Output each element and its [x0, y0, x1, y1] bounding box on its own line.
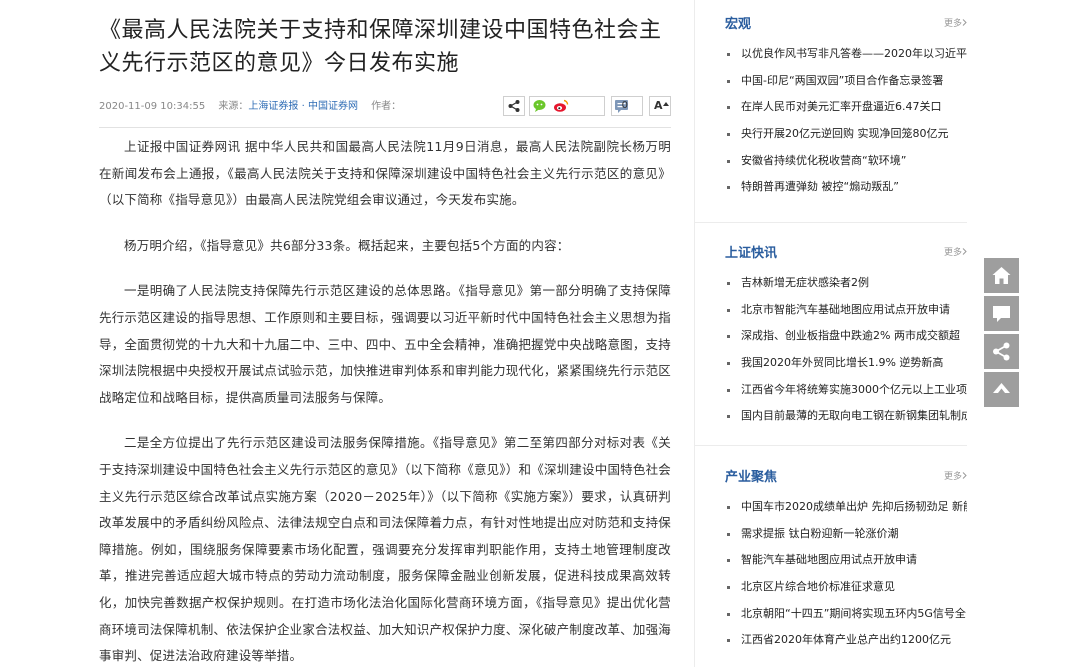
list-item[interactable]: 安徽省持续优化税收营商“软环境” — [725, 148, 967, 175]
section-title: 上证快讯 — [725, 246, 778, 261]
list-item[interactable]: 中国-印尼“两国双园”项目合作备忘录签署 — [725, 68, 967, 95]
news-link[interactable]: 江西省2020年体育产业总产出约1200亿元 — [741, 633, 951, 646]
section-header: 宏观 更多 — [725, 10, 967, 40]
news-link[interactable]: 中国车市2020成绩单出炉 先抑后扬韧劲足 新能 — [741, 500, 967, 513]
source-link[interactable]: 上海证券报 · 中国证券网 — [248, 101, 358, 112]
floating-toolbar — [984, 258, 1019, 410]
sidebar-section-flash: 上证快讯 更多 吉林新增无症状感染者2例 北京市智能汽车基础地图应用试点开放申请… — [695, 223, 967, 446]
news-link[interactable]: 以优良作风书写非凡答卷——2020年以习近平同 — [741, 47, 967, 60]
article-paragraph: 二是全方位提出了先行示范区建设司法服务保障措施。《指导意见》第二至第四部分对标对… — [99, 435, 671, 664]
article-paragraph: 一是明确了人民法院支持保障先行示范区建设的总体思路。《指导意见》第一部分明确了支… — [99, 283, 671, 405]
section-title: 宏观 — [725, 17, 752, 32]
font-size-button[interactable]: A — [649, 96, 671, 116]
sidebar-section-macro: 宏观 更多 以优良作风书写非凡答卷——2020年以习近平同 中国-印尼“两国双园… — [695, 0, 967, 223]
list-item[interactable]: 智能汽车基础地图应用试点开放申请 — [725, 547, 967, 574]
more-link[interactable]: 更多 — [944, 16, 967, 29]
news-link[interactable]: 特朗普再遭弹劾 被控“煽动叛乱” — [741, 180, 899, 193]
list-item[interactable]: 北京区片综合地价标准征求意见 — [725, 574, 967, 601]
article-paragraph: 上证报中国证券网讯 据中华人民共和国最高人民法院11月9日消息，最高人民法院副院… — [99, 139, 671, 208]
chevron-right-icon — [962, 248, 967, 255]
list-item[interactable]: 北京市智能汽车基础地图应用试点开放申请 — [725, 297, 967, 324]
source-label: 来源： — [218, 101, 249, 112]
news-link[interactable]: 安徽省持续优化税收营商“软环境” — [741, 154, 906, 167]
wechat-icon[interactable] — [533, 99, 549, 113]
more-label: 更多 — [943, 248, 962, 258]
news-list: 以优良作风书写非凡答卷——2020年以习近平同 中国-印尼“两国双园”项目合作备… — [725, 41, 967, 201]
news-link[interactable]: 北京区片综合地价标准征求意见 — [741, 580, 895, 593]
comment-float-button[interactable] — [984, 296, 1019, 331]
list-item[interactable]: 我国2020年外贸同比增长1.9% 逆势新高 — [725, 350, 967, 377]
news-link[interactable]: 在岸人民币对美元汇率开盘逼近6.47关口 — [741, 100, 942, 113]
list-item[interactable]: 央行开展20亿元逆回购 实现净回笼80亿元 — [725, 121, 967, 148]
news-link[interactable]: 吉林新增无症状感染者2例 — [741, 276, 869, 289]
list-item[interactable]: 在岸人民币对美元汇率开盘逼近6.47关口 — [725, 94, 967, 121]
page: 《最高人民法院关于支持和保障深圳建设中国特色社会主义先行示范区的意见》今日发布实… — [0, 0, 1066, 667]
comment-count: 0 — [621, 100, 628, 111]
home-button[interactable] — [984, 258, 1019, 293]
section-header: 产业聚焦 更多 — [725, 463, 967, 493]
arrow-up-icon — [993, 383, 1010, 393]
caret-up-icon — [663, 102, 669, 106]
news-link[interactable]: 央行开展20亿元逆回购 实现净回笼80亿元 — [741, 127, 949, 140]
list-item[interactable]: 以优良作风书写非凡答卷——2020年以习近平同 — [725, 41, 967, 68]
news-link[interactable]: 北京市智能汽车基础地图应用试点开放申请 — [741, 303, 950, 316]
list-item[interactable]: 吉林新增无症状感染者2例 — [725, 270, 967, 297]
news-link[interactable]: 需求提振 钛白粉迎新一轮涨价潮 — [741, 527, 899, 540]
news-link[interactable]: 江西省今年将统筹实施3000个亿元以上工业项目 — [741, 383, 967, 396]
more-label: 更多 — [943, 472, 962, 482]
sidebar: 宏观 更多 以优良作风书写非凡答卷——2020年以习近平同 中国-印尼“两国双园… — [695, 0, 967, 654]
chevron-right-icon — [962, 19, 967, 26]
sidebar-section-industry: 产业聚焦 更多 中国车市2020成绩单出炉 先抑后扬韧劲足 新能 需求提振 钛白… — [695, 446, 967, 654]
news-link[interactable]: 我国2020年外贸同比增长1.9% 逆势新高 — [741, 356, 943, 369]
share-icon — [508, 100, 520, 112]
share-float-button[interactable] — [984, 334, 1019, 369]
list-item[interactable]: 江西省2020年体育产业总产出约1200亿元 — [725, 627, 967, 654]
list-item[interactable]: 江西省今年将统筹实施3000个亿元以上工业项目 — [725, 377, 967, 404]
weibo-icon[interactable] — [553, 99, 569, 113]
list-item[interactable]: 深成指、创业板指盘中跌逾2% 两市成交额超 — [725, 323, 967, 350]
share-button[interactable] — [503, 96, 525, 116]
chevron-right-icon — [962, 472, 967, 479]
article-source: 来源：上海证券报 · 中国证券网 — [218, 101, 358, 112]
font-size-label: A — [654, 99, 663, 112]
home-icon — [992, 267, 1011, 284]
list-item[interactable]: 中国车市2020成绩单出炉 先抑后扬韧劲足 新能 — [725, 494, 967, 521]
more-label: 更多 — [943, 19, 962, 29]
list-item[interactable]: 特朗普再遭弹劾 被控“煽动叛乱” — [725, 174, 967, 201]
news-link[interactable]: 国内目前最薄的无取向电工钢在新钢集团轧制成 — [741, 409, 967, 422]
comment-icon — [993, 306, 1010, 322]
news-link[interactable]: 智能汽车基础地图应用试点开放申请 — [741, 553, 917, 566]
section-title: 产业聚焦 — [725, 470, 778, 485]
article-date: 2020-11-09 10:34:55 — [99, 101, 206, 112]
article-paragraph: 杨万明介绍，《指导意见》共6部分33条。概括起来，主要包括5个方面的内容： — [124, 237, 570, 253]
article-body: 上证报中国证券网讯 据中华人民共和国最高人民法院11月9日消息，最高人民法院副院… — [99, 134, 671, 667]
news-link[interactable]: 北京朝阳“十四五”期间将实现五环内5G信号全 — [741, 607, 966, 620]
news-link[interactable]: 中国-印尼“两国双园”项目合作备忘录签署 — [741, 74, 943, 87]
article-meta: 2020-11-09 10:34:55 来源：上海证券报 · 中国证券网 作者： — [99, 93, 671, 128]
comment-button[interactable]: 0 — [611, 96, 643, 116]
article-title: 《最高人民法院关于支持和保障深圳建设中国特色社会主义先行示范区的意见》今日发布实… — [99, 18, 662, 76]
author-label: 作者： — [371, 101, 402, 112]
share-icon — [993, 342, 1010, 361]
list-item[interactable]: 需求提振 钛白粉迎新一轮涨价潮 — [725, 521, 967, 548]
news-list: 吉林新增无症状感染者2例 北京市智能汽车基础地图应用试点开放申请 深成指、创业板… — [725, 270, 967, 430]
more-link[interactable]: 更多 — [944, 245, 967, 258]
news-list: 中国车市2020成绩单出炉 先抑后扬韧劲足 新能 需求提振 钛白粉迎新一轮涨价潮… — [725, 494, 967, 654]
section-header: 上证快讯 更多 — [725, 239, 967, 269]
social-share-group — [529, 96, 605, 116]
list-item[interactable]: 国内目前最薄的无取向电工钢在新钢集团轧制成 — [725, 403, 967, 430]
list-item[interactable]: 北京朝阳“十四五”期间将实现五环内5G信号全 — [725, 601, 967, 628]
back-to-top-button[interactable] — [984, 372, 1019, 407]
news-link[interactable]: 深成指、创业板指盘中跌逾2% 两市成交额超 — [741, 329, 960, 342]
article: 《最高人民法院关于支持和保障深圳建设中国特色社会主义先行示范区的意见》今日发布实… — [99, 0, 671, 667]
more-link[interactable]: 更多 — [944, 469, 967, 482]
article-tools: 0 A — [503, 96, 671, 118]
